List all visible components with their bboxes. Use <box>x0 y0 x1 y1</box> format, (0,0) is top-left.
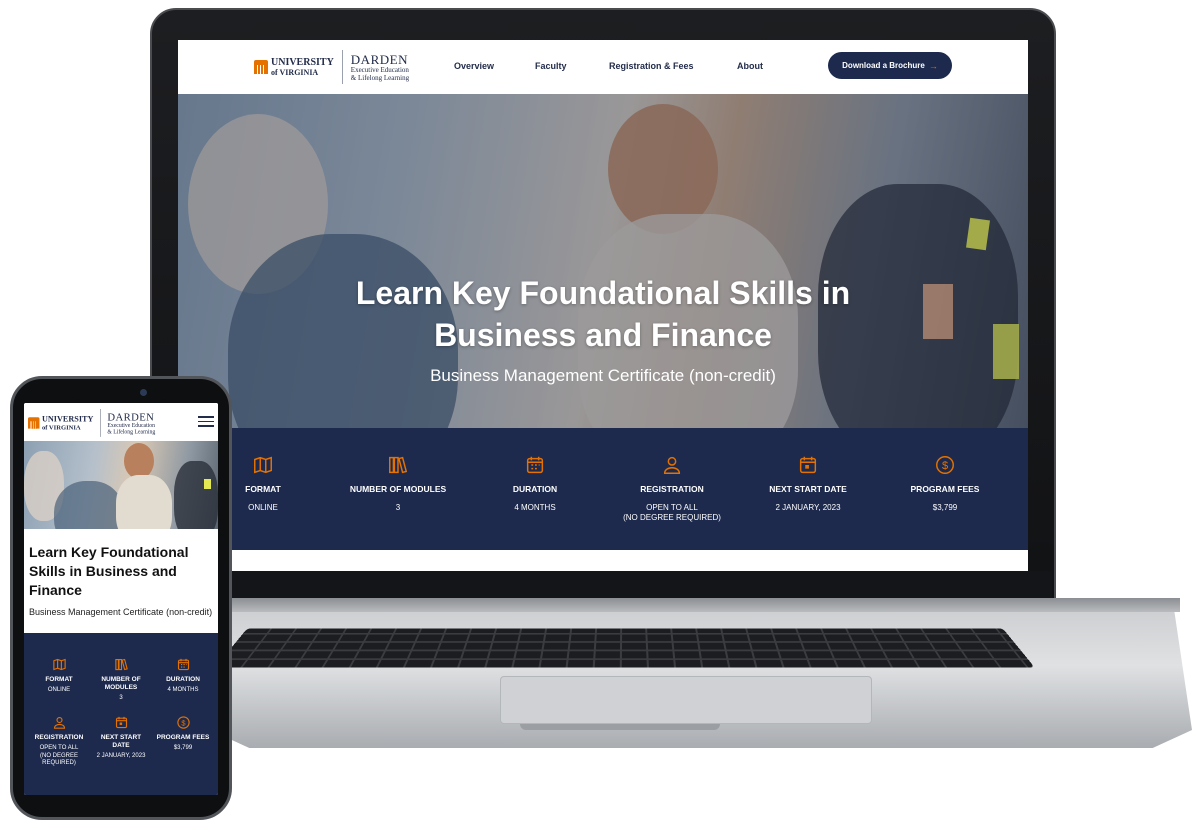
nav-about[interactable]: About <box>737 61 763 71</box>
arrow-right-icon: → <box>928 60 938 71</box>
hero-image: Learn Key Foundational Skills in Busines… <box>178 94 1028 428</box>
mobile-stat-format: FORMAT ONLINE <box>27 657 91 695</box>
darden-wordmark: DARDEN Executive Education & Lifelong Le… <box>350 51 410 82</box>
calendar-icon <box>177 658 189 671</box>
mobile-header: UNIVERSITY of VIRGINIA DARDEN Executive … <box>24 403 218 441</box>
mobile-stat-duration: DURATION 4 MONTHS <box>151 657 215 695</box>
mobile-hero-woman-body <box>116 475 172 529</box>
mobile-stat-registration: REGISTRATION OPEN TO ALL (NO DEGREE REQU… <box>27 715 91 768</box>
laptop-hinge <box>230 598 1180 612</box>
mobile-hero-image <box>24 441 218 529</box>
mobile-stat-program-fees: $ PROGRAM FEES $3,799 <box>151 715 215 753</box>
hero-title: Learn Key Foundational Skills in Busines… <box>355 275 851 353</box>
mobile-darden-wordmark: DARDEN Executive Education & Lifelong Le… <box>107 410 156 435</box>
map-icon <box>52 658 66 671</box>
stat-duration: DURATION 4 MONTHS <box>465 454 605 513</box>
mobile-stat-next-start-date: NEXT START DATE 2 JANUARY, 2023 <box>89 715 153 761</box>
mobile-program-stats: FORMAT ONLINE NUMBER OF MODULES 3 DURATIO… <box>24 633 218 795</box>
site-header: UNIVERSITY of VIRGINIA DARDEN Executive … <box>178 40 1028 94</box>
person-icon <box>53 716 65 729</box>
darden-logo[interactable]: UNIVERSITY of VIRGINIA DARDEN Executive … <box>254 50 409 84</box>
mobile-webpage: UNIVERSITY of VIRGINIA DARDEN Executive … <box>24 403 218 795</box>
person-icon <box>663 456 681 474</box>
phone-notch <box>70 384 172 400</box>
phone-camera <box>140 389 147 396</box>
laptop-keyboard <box>215 628 1035 668</box>
calendar-day-icon <box>115 716 127 729</box>
dollar-icon: $ <box>176 716 190 729</box>
mobile-logo-divider <box>99 409 101 437</box>
mobile-darden-logo[interactable]: UNIVERSITY of VIRGINIA DARDEN Executive … <box>28 409 155 437</box>
stat-program-fees: $ PROGRAM FEES $3,799 <box>875 454 1015 513</box>
nav-overview[interactable]: Overview <box>454 61 494 71</box>
mobile-hero-subtitle: Business Management Certificate (non-cre… <box>29 607 213 617</box>
dollar-icon: $ <box>936 456 954 474</box>
laptop-lip <box>520 724 720 730</box>
mobile-hero-woman-head <box>124 443 154 479</box>
calendar-icon <box>526 456 544 474</box>
uva-wordmark: UNIVERSITY of VIRGINIA <box>271 56 334 77</box>
mobile-hero-person-right <box>174 461 218 529</box>
mobile-hero-title: Learn Key Foundational Skills in Busines… <box>29 544 189 598</box>
nav-faculty[interactable]: Faculty <box>535 61 567 71</box>
mobile-hero-person-body <box>54 481 124 529</box>
svg-text:$: $ <box>942 460 948 472</box>
mobile-sticky-note <box>204 479 211 489</box>
download-brochure-button[interactable]: Download a Brochure → <box>828 52 952 79</box>
stat-registration: REGISTRATION OPEN TO ALL (NO DEGREE REQU… <box>602 454 742 523</box>
desktop-webpage: UNIVERSITY of VIRGINIA DARDEN Executive … <box>178 40 1028 571</box>
calendar-day-icon <box>799 456 817 474</box>
svg-text:$: $ <box>181 718 186 727</box>
mobile-uva-wordmark: UNIVERSITY of VIRGINIA <box>41 414 94 431</box>
books-icon <box>114 658 128 671</box>
rotunda-icon <box>254 60 268 74</box>
stat-number-of-modules: NUMBER OF MODULES 3 <box>328 454 468 513</box>
mobile-rotunda-icon <box>28 417 40 429</box>
hero-subtitle: Business Management Certificate (non-cre… <box>430 366 776 385</box>
books-icon <box>389 456 408 474</box>
map-icon <box>254 456 272 474</box>
hamburger-menu-icon[interactable] <box>198 416 214 427</box>
logo-divider <box>341 50 343 84</box>
program-stats-bar: FORMAT ONLINE NUMBER OF MODULES 3 DURATI… <box>178 428 1028 550</box>
nav-registration-fees[interactable]: Registration & Fees <box>609 61 694 71</box>
stat-next-start-date: NEXT START DATE 2 JANUARY, 2023 <box>738 454 878 513</box>
download-brochure-label: Download a Brochure <box>842 61 925 70</box>
laptop-trackpad <box>500 676 872 724</box>
mobile-stat-modules: NUMBER OF MODULES 3 <box>89 657 153 703</box>
